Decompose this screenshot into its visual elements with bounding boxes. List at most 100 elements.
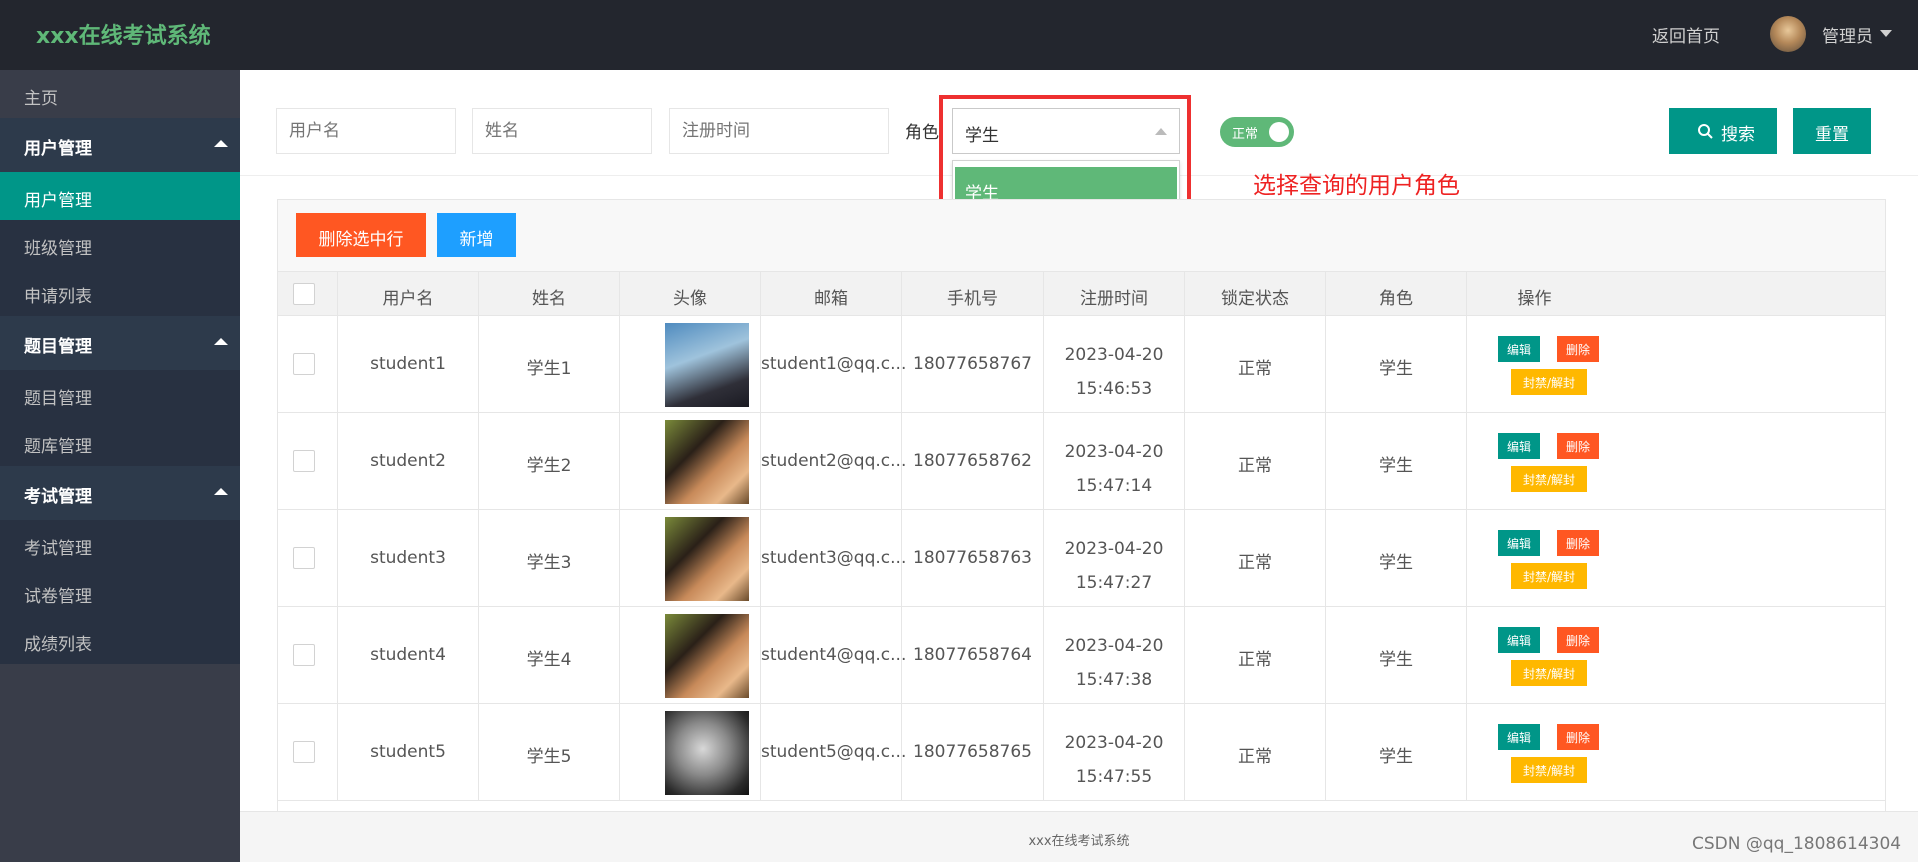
column-header[interactable]: 手机号	[901, 272, 1043, 316]
reg-time: 15:47:38	[1075, 670, 1153, 690]
username-text: student2	[370, 451, 446, 471]
cell-status: 正常	[1184, 607, 1325, 704]
cell-actions: 编辑 删除 封禁/解封	[1466, 316, 1602, 413]
email-text: student1@qq.c...	[761, 354, 907, 374]
sidebar-group-user[interactable]: 用户管理	[0, 118, 240, 172]
cell-username: student1	[337, 316, 478, 413]
cell-status: 正常	[1184, 413, 1325, 510]
ban-toggle-button[interactable]: 封禁/解封	[1511, 660, 1587, 686]
delete-button[interactable]: 删除	[1557, 336, 1599, 362]
return-home-link[interactable]: 返回首页	[1652, 22, 1720, 47]
username-text: student1	[370, 354, 446, 374]
column-header[interactable]: 锁定状态	[1184, 272, 1325, 316]
table-row[interactable]: student2 学生2 student2@qq.c... 1807765876…	[278, 413, 1885, 510]
search-icon	[1698, 124, 1713, 139]
search-button[interactable]: 搜索	[1669, 108, 1777, 154]
cell-name: 学生4	[478, 607, 619, 704]
ban-toggle-button[interactable]: 封禁/解封	[1511, 563, 1587, 589]
delete-button[interactable]: 删除	[1557, 724, 1599, 750]
email-text: student4@qq.c...	[761, 645, 907, 665]
sidebar-item-user-management[interactable]: 用户管理	[0, 172, 240, 220]
column-header[interactable]: 邮箱	[760, 272, 901, 316]
regtime-input[interactable]	[669, 108, 889, 154]
status-switch[interactable]: 正常	[1220, 117, 1294, 147]
table-row[interactable]: student5 学生5 student5@qq.c... 1807765876…	[278, 704, 1885, 801]
cell-username: student4	[337, 607, 478, 704]
sidebar-item-bank-management[interactable]: 题库管理	[0, 418, 240, 466]
search-button-label: 搜索	[1721, 125, 1755, 145]
edit-button[interactable]: 编辑	[1498, 724, 1540, 750]
avatar-image	[665, 420, 749, 504]
cell-role: 学生	[1325, 510, 1466, 607]
table-row[interactable]: student3 学生3 student3@qq.c... 1807765876…	[278, 510, 1885, 607]
table-row[interactable]: student4 学生4 student4@qq.c... 1807765876…	[278, 607, 1885, 704]
top-header: xxx在线考试系统 返回首页 管理员	[0, 0, 1918, 70]
cell-actions: 编辑 删除 封禁/解封	[1466, 413, 1602, 510]
email-text: student5@qq.c...	[761, 742, 907, 762]
sidebar-item-exam-management[interactable]: 考试管理	[0, 520, 240, 568]
sidebar-group-exam[interactable]: 考试管理	[0, 466, 240, 520]
app-logo[interactable]: xxx在线考试系统	[36, 18, 211, 50]
row-checkbox[interactable]	[293, 644, 315, 666]
username-input[interactable]	[276, 108, 456, 154]
row-checkbox[interactable]	[293, 547, 315, 569]
avatar[interactable]	[1770, 16, 1806, 52]
phone-text: 18077658762	[913, 451, 1032, 471]
cell-name: 学生1	[478, 316, 619, 413]
column-header[interactable]: 用户名	[337, 272, 478, 316]
edit-button[interactable]: 编辑	[1498, 530, 1540, 556]
sidebar-item-paper-management[interactable]: 试卷管理	[0, 568, 240, 616]
name-input[interactable]	[472, 108, 652, 154]
select-all-checkbox[interactable]	[293, 283, 315, 305]
role-text: 学生	[1379, 650, 1413, 670]
delete-selected-button[interactable]: 删除选中行	[296, 213, 426, 257]
avatar-image	[665, 323, 749, 407]
edit-button[interactable]: 编辑	[1498, 627, 1540, 653]
column-header[interactable]: 姓名	[478, 272, 619, 316]
chevron-up-icon	[1155, 128, 1167, 135]
cell-status: 正常	[1184, 316, 1325, 413]
column-header[interactable]: 注册时间	[1043, 272, 1184, 316]
cell-avatar	[619, 316, 760, 413]
sidebar-item-score-list[interactable]: 成绩列表	[0, 616, 240, 664]
delete-button[interactable]: 删除	[1557, 627, 1599, 653]
ban-toggle-button[interactable]: 封禁/解封	[1511, 757, 1587, 783]
add-button[interactable]: 新增	[437, 213, 516, 257]
sidebar-group-question[interactable]: 题目管理	[0, 316, 240, 370]
name-text: 学生5	[526, 747, 572, 767]
reg-date: 2023-04-20	[1064, 442, 1164, 462]
reset-button[interactable]: 重置	[1793, 108, 1871, 154]
reg-time: 15:46:53	[1075, 379, 1153, 399]
chevron-down-icon[interactable]	[1880, 30, 1892, 37]
column-header[interactable]: 角色	[1325, 272, 1466, 316]
role-select[interactable]: 学生	[952, 108, 1180, 154]
edit-button[interactable]: 编辑	[1498, 433, 1540, 459]
edit-button[interactable]: 编辑	[1498, 336, 1540, 362]
sidebar-item-class-management[interactable]: 班级管理	[0, 220, 240, 268]
name-text: 学生4	[526, 650, 572, 670]
regtime-text: 2023-04-20 15:47:55	[1044, 726, 1184, 794]
user-menu[interactable]: 管理员	[1822, 22, 1873, 47]
sidebar-item-question-management[interactable]: 题目管理	[0, 370, 240, 418]
sidebar-item-apply-list[interactable]: 申请列表	[0, 268, 240, 316]
ban-toggle-button[interactable]: 封禁/解封	[1511, 466, 1587, 492]
row-checkbox[interactable]	[293, 450, 315, 472]
username-text: student5	[370, 742, 446, 762]
row-checkbox[interactable]	[293, 353, 315, 375]
table-row[interactable]: student1 学生1 student1@qq.c... 1807765876…	[278, 316, 1885, 413]
cell-email: student2@qq.c...	[760, 413, 906, 510]
column-header[interactable]: 头像	[619, 272, 760, 316]
delete-button[interactable]: 删除	[1557, 530, 1599, 556]
sidebar-item-home[interactable]: 主页	[0, 70, 240, 118]
column-header[interactable]: 操作	[1466, 272, 1602, 316]
status-text: 正常	[1238, 359, 1272, 379]
status-text: 正常	[1238, 747, 1272, 767]
cell-email: student4@qq.c...	[760, 607, 907, 704]
cell-role: 学生	[1325, 413, 1466, 510]
delete-button[interactable]: 删除	[1557, 433, 1599, 459]
cell-avatar	[619, 607, 760, 704]
ban-toggle-button[interactable]: 封禁/解封	[1511, 369, 1587, 395]
cell-avatar	[619, 704, 760, 801]
row-checkbox[interactable]	[293, 741, 315, 763]
main-panel: 角色 学生 学生 教师 选择查询的用户角色 正常 搜索 重置 删除选中行 新增	[240, 70, 1918, 862]
